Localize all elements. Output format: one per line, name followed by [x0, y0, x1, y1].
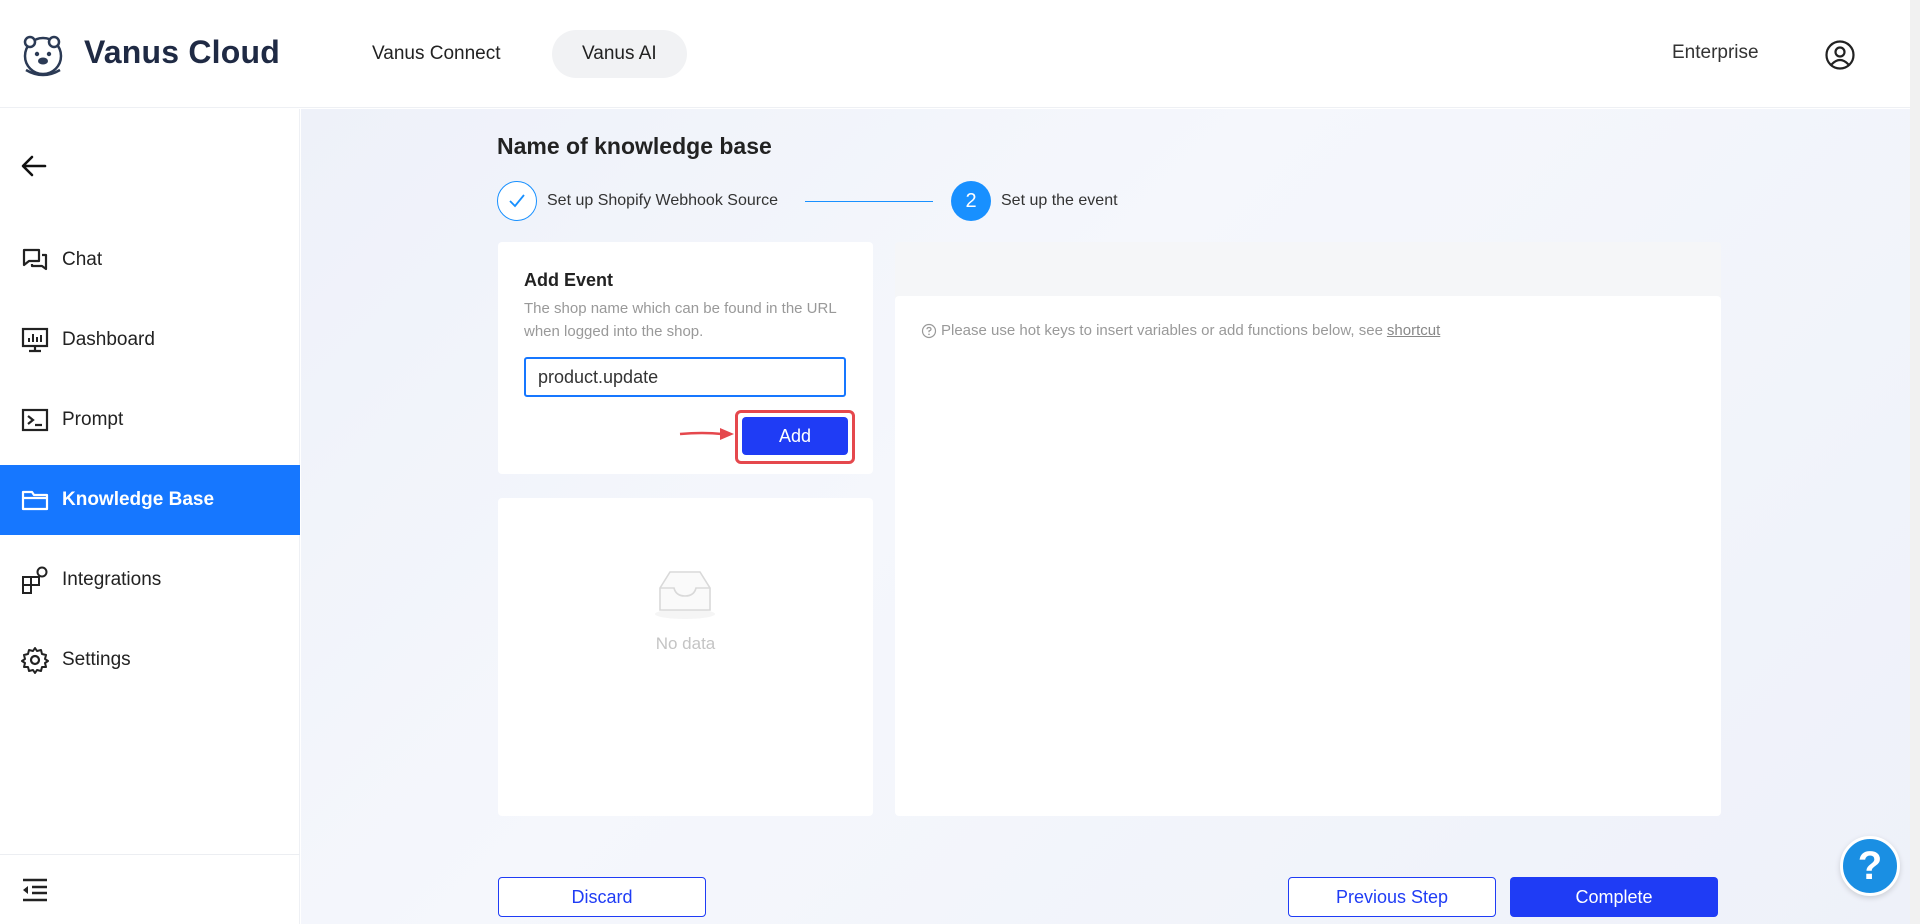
question-circle-icon — [921, 323, 937, 338]
back-arrow-icon[interactable] — [20, 152, 48, 180]
empty-state-text: No data — [655, 634, 716, 653]
integrations-icon — [20, 565, 50, 595]
sidebar-item-settings[interactable]: Settings — [0, 625, 300, 695]
discard-button[interactable]: Discard — [498, 877, 706, 917]
main-content: Name of knowledge base Set up Shopify We… — [301, 109, 1920, 924]
user-account-icon[interactable] — [1824, 39, 1856, 71]
tab-vanus-ai[interactable]: Vanus AI — [552, 30, 687, 78]
sidebar-item-label: Prompt — [62, 409, 124, 430]
add-event-button[interactable]: Add — [742, 417, 848, 455]
chat-icon — [20, 245, 50, 275]
arrow-pointer-icon — [679, 428, 734, 440]
checkmark-icon — [509, 194, 525, 208]
shortcut-link[interactable]: shortcut — [1387, 322, 1440, 339]
help-button[interactable]: ? — [1840, 836, 1900, 896]
otter-logo-icon[interactable] — [20, 32, 66, 78]
top-header: Vanus Cloud Vanus Connect Vanus AI Enter… — [0, 0, 1920, 108]
editor-hint-text: Please use hot keys to insert variables … — [941, 322, 1383, 339]
tab-vanus-connect[interactable]: Vanus Connect — [342, 30, 531, 78]
step-2-label: Set up the event — [1001, 192, 1118, 209]
brand-name: Vanus Cloud — [84, 34, 280, 70]
sidebar-footer — [0, 854, 300, 924]
event-list-card: No data — [498, 498, 873, 816]
sidebar-item-label: Settings — [62, 649, 131, 670]
add-event-card: Add Event The shop name which can be fou… — [498, 242, 873, 474]
dashboard-icon — [20, 325, 50, 355]
sidebar-item-dashboard[interactable]: Dashboard — [0, 305, 300, 375]
add-event-title: Add Event — [524, 270, 614, 290]
page-title: Name of knowledge base — [497, 133, 772, 159]
sidebar: Chat Dashboard Prompt Knowledge Base Int… — [0, 109, 300, 924]
event-name-input[interactable] — [524, 357, 846, 397]
terminal-icon — [20, 405, 50, 435]
editor-hint: Please use hot keys to insert variables … — [921, 322, 1440, 339]
sidebar-item-integrations[interactable]: Integrations — [0, 545, 300, 615]
sidebar-item-label: Dashboard — [62, 329, 155, 350]
sidebar-item-label: Integrations — [62, 569, 162, 590]
complete-button[interactable]: Complete — [1510, 877, 1718, 917]
sidebar-item-knowledge-base[interactable]: Knowledge Base — [0, 465, 300, 535]
step-connector — [805, 201, 933, 202]
plan-label[interactable]: Enterprise — [1672, 42, 1759, 64]
scrollbar[interactable] — [1910, 0, 1920, 924]
sidebar-item-label: Knowledge Base — [62, 489, 215, 510]
step-1-label: Set up Shopify Webhook Source — [547, 192, 778, 209]
previous-step-button[interactable]: Previous Step — [1288, 877, 1496, 917]
add-event-description: The shop name which can be found in the … — [524, 300, 837, 340]
sidebar-item-prompt[interactable]: Prompt — [0, 385, 300, 455]
folder-icon — [20, 485, 50, 515]
event-editor[interactable]: Please use hot keys to insert variables … — [895, 296, 1721, 816]
collapse-menu-icon[interactable] — [20, 877, 50, 903]
empty-inbox-icon — [655, 571, 715, 619]
step-2-indicator: 2 — [951, 181, 991, 221]
gear-icon — [20, 645, 50, 675]
sidebar-item-chat[interactable]: Chat — [0, 225, 300, 295]
sidebar-item-label: Chat — [62, 249, 103, 270]
step-1-indicator — [497, 181, 537, 221]
